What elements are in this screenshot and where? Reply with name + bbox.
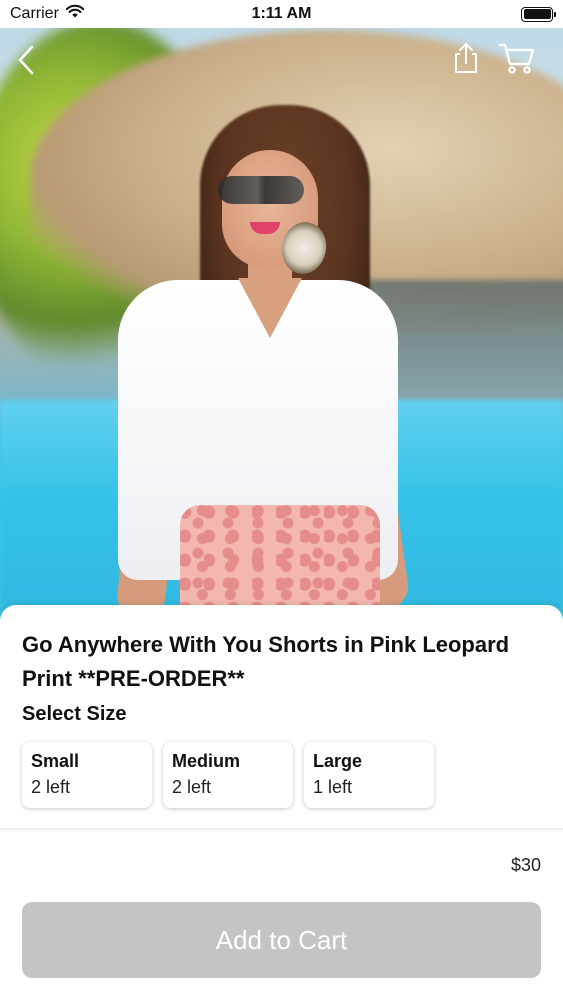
product-detail-sheet: Go Anywhere With You Shorts in Pink Leop…: [0, 605, 563, 1000]
size-options: Small 2 left Medium 2 left Large 1 left: [22, 742, 434, 808]
size-stock: 2 left: [31, 777, 71, 797]
product-photo: [0, 0, 563, 640]
carrier-label: Carrier: [10, 5, 59, 22]
wifi-icon: [65, 4, 85, 24]
add-to-cart-button[interactable]: Add to Cart: [22, 902, 541, 978]
size-stock: 1 left: [313, 777, 353, 797]
chevron-left-icon: [18, 45, 34, 75]
share-button[interactable]: [448, 38, 484, 78]
size-option-medium[interactable]: Medium 2 left: [163, 742, 293, 808]
back-button[interactable]: [8, 40, 44, 80]
product-title: Go Anywhere With You Shorts in Pink Leop…: [22, 632, 510, 691]
status-bar: Carrier 1:11 AM: [0, 0, 563, 28]
price-label: $30: [510, 855, 541, 875]
battery-icon: [521, 6, 556, 22]
size-option-small[interactable]: Small 2 left: [22, 742, 152, 808]
size-stock: 2 left: [172, 777, 212, 797]
size-name: Small: [31, 751, 80, 771]
size-name: Medium: [172, 751, 241, 771]
divider: [0, 828, 563, 832]
cart-button[interactable]: [496, 38, 538, 78]
size-option-large[interactable]: Large 1 left: [304, 742, 434, 808]
select-size-label: Select Size: [22, 703, 127, 725]
cart-icon: [498, 43, 535, 74]
size-name: Large: [313, 751, 363, 771]
share-icon: [455, 43, 477, 73]
